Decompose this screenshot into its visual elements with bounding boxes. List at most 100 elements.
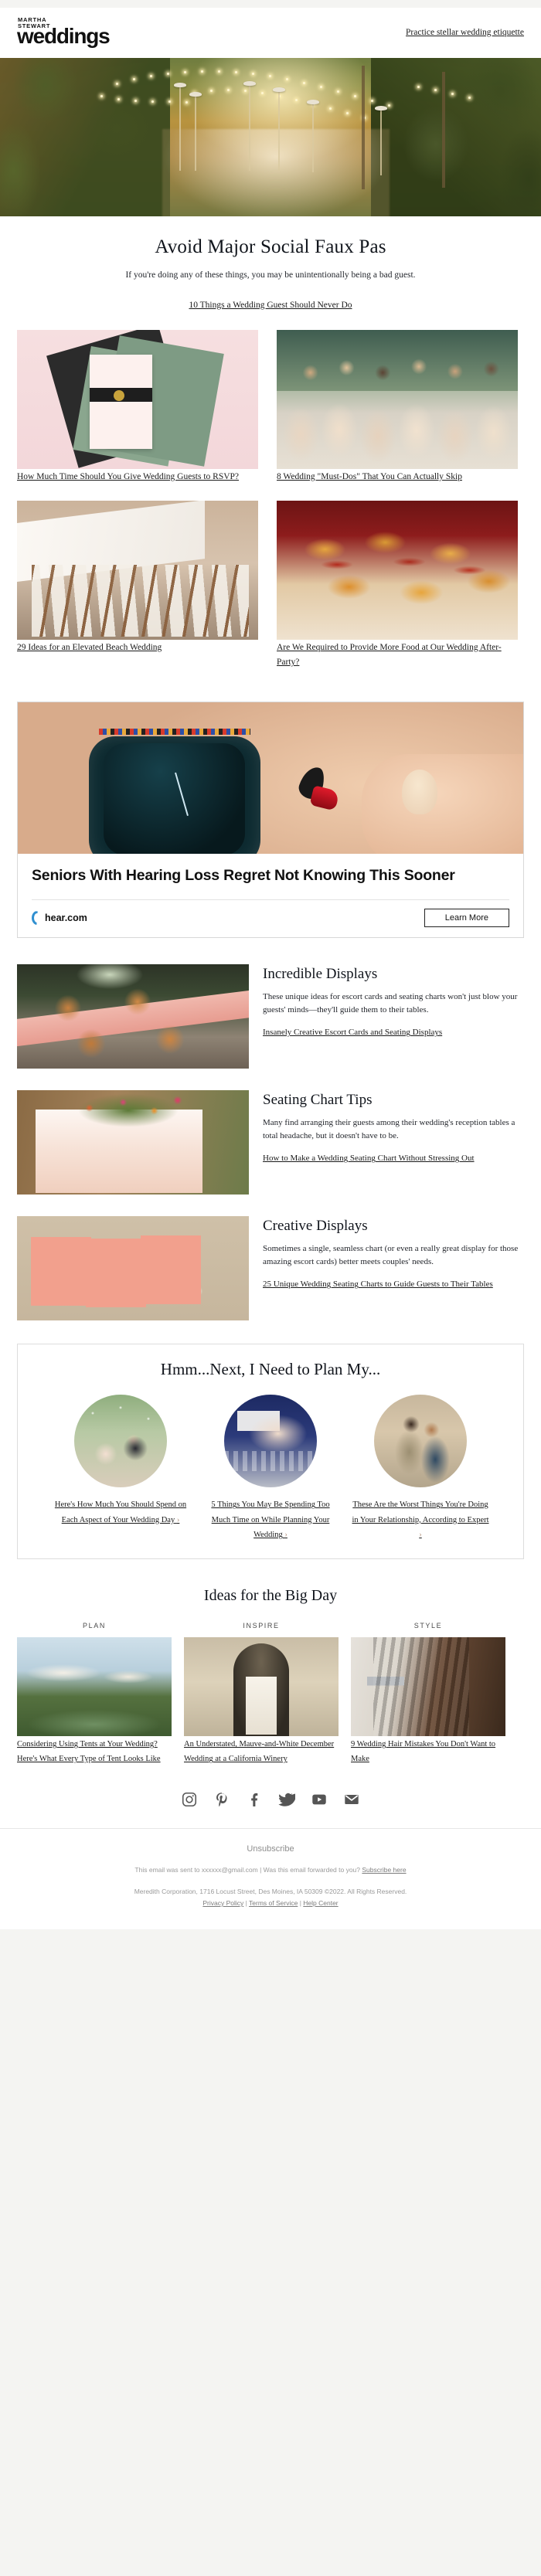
article-card-caption[interactable]: How Much Time Should You Give Wedding Gu… [17,472,239,481]
article-card[interactable]: How Much Time Should You Give Wedding Gu… [17,329,258,484]
facebook-icon[interactable] [246,1791,263,1808]
column-eyebrow: INSPIRE [243,1622,280,1630]
list-item-label: These Are the Worst Things You're Doing … [352,1500,489,1524]
brand-logo[interactable]: MARTHA STEWART weddings [17,17,111,48]
feature-link[interactable]: Insanely Creative Escort Cards and Seati… [263,1028,442,1037]
long-reception-table-photo [17,500,258,640]
stressed-couple-photo [374,1395,467,1488]
article-grid: How Much Time Should You Give Wedding Gu… [0,316,541,692]
list-item[interactable]: These Are the Worst Things You're Doing … [351,1395,490,1541]
feature-text: Seating Chart Tips Many find arranging t… [263,1090,524,1165]
feature-body: Sometimes a single, seamless chart (or e… [263,1244,519,1266]
hero-string-lights [0,58,541,216]
feature-title: Incredible Displays [263,966,378,983]
big-day-section: Ideas for the Big Day PLAN Considering U… [0,1567,541,1774]
feature-body: These unique ideas for escort cards and … [263,992,518,1014]
unsubscribe-link[interactable]: Unsubscribe [20,1844,521,1854]
top-spacer [0,0,541,8]
copyright-block: Meredith Corporation, 1716 Locust Street… [20,1886,521,1910]
article-card-caption[interactable]: Are We Required to Provide More Food at … [277,643,502,667]
youtube-icon[interactable] [311,1791,328,1808]
next-plan-panel: Hmm...Next, I Need to Plan My... Here's … [17,1344,524,1560]
lede-dek: If you're doing any of these things, you… [125,270,416,280]
help-center-link[interactable]: Help Center [303,1899,338,1907]
big-day-column[interactable]: INSPIRE An Understated, Mauve-and-White … [184,1622,339,1766]
feature-row: Seating Chart Tips Many find arranging t… [0,1079,541,1205]
chevron-right-icon: › [419,1530,422,1539]
social-links [0,1773,541,1828]
big-day-title: Ideas for the Big Day [203,1587,338,1605]
sent-to-label: This email was sent to xxxxxx@gmail.com … [134,1865,361,1874]
wedding-invitation-suite-photo [17,329,258,469]
copyright-text: Meredith Corporation, 1716 Locust Street… [134,1887,407,1895]
page-title: Avoid Major Social Faux Pas [155,236,386,257]
feature-text: Incredible Displays These unique ideas f… [263,964,524,1039]
in-n-out-burgers-tray-photo [277,500,518,640]
couple-stone-archway-photo [184,1637,339,1737]
bridesmaids-champagne-toast-photo [277,329,518,469]
hands-phone-laptop-photo [224,1395,317,1488]
article-grid-row: 29 Ideas for an Elevated Beach Wedding A… [17,500,524,670]
sponsored-ad-footer: hear.com Learn More [32,899,509,937]
list-item-label: 5 Things You May Be Spending Too Much Ti… [211,1500,330,1539]
legal-links: Privacy Policy | Terms of Service | Help… [20,1898,521,1909]
article-card[interactable]: 29 Ideas for an Elevated Beach Wedding [17,500,258,670]
big-day-column[interactable]: STYLE 9 Wedding Hair Mistakes You Don't … [351,1622,505,1766]
chevron-right-icon: › [176,1515,180,1524]
sponsored-ad-card[interactable]: Seniors With Hearing Loss Regret Not Kno… [17,702,524,939]
list-item-caption[interactable]: 5 Things You May Be Spending Too Much Ti… [211,1500,329,1539]
learn-more-button[interactable]: Learn More [424,909,509,928]
list-item-caption[interactable]: These Are the Worst Things You're Doing … [352,1500,488,1539]
sponsored-ad-headline: Seniors With Hearing Loss Regret Not Kno… [32,867,455,885]
lede-block: Avoid Major Social Faux Pas If you're do… [0,216,541,316]
article-card[interactable]: 8 Wedding "Must-Dos" That You Can Actual… [277,329,518,484]
subscribe-here-link[interactable]: Subscribe here [362,1866,406,1874]
newlyweds-confetti-photo [74,1395,167,1488]
column-caption[interactable]: 9 Wedding Hair Mistakes You Don't Want t… [351,1740,495,1763]
big-day-columns: PLAN Considering Using Tents at Your Wed… [17,1622,524,1766]
list-item[interactable]: Here's How Much You Should Spend on Each… [51,1395,190,1541]
column-caption[interactable]: Considering Using Tents at Your Wedding?… [17,1740,161,1763]
email-footer: Unsubscribe This email was sent to xxxxx… [0,1773,541,1946]
sponsored-ad-wrapper: Seniors With Hearing Loss Regret Not Kno… [0,691,541,953]
big-day-column[interactable]: PLAN Considering Using Tents at Your Wed… [17,1622,172,1766]
privacy-policy-link[interactable]: Privacy Policy [202,1899,243,1907]
feature-link[interactable]: How to Make a Wedding Seating Chart With… [263,1154,475,1163]
logo-wordmark: weddings [17,24,111,48]
pink-escort-cards-with-flowers-photo [17,1216,249,1321]
article-card-caption[interactable]: 29 Ideas for an Elevated Beach Wedding [17,643,162,652]
email-header: MARTHA STEWART weddings Practice stellar… [0,8,541,58]
article-card-caption[interactable]: 8 Wedding "Must-Dos" That You Can Actual… [277,472,462,481]
sponsored-ad-body: Seniors With Hearing Loss Regret Not Kno… [18,854,523,899]
instagram-icon[interactable] [181,1791,198,1808]
email-page: MARTHA STEWART weddings Practice stellar… [0,0,541,1946]
column-eyebrow: STYLE [413,1622,443,1630]
terms-of-service-link[interactable]: Terms of Service [249,1899,298,1907]
column-eyebrow: PLAN [83,1622,106,1630]
sent-to-text: This email was sent to xxxxxx@gmail.com … [20,1866,521,1874]
hero-image [0,58,541,216]
list-item[interactable]: 5 Things You May Be Spending Too Much Ti… [201,1395,340,1541]
twitter-icon[interactable] [278,1791,295,1808]
unsubscribe-label[interactable]: Unsubscribe [247,1844,294,1854]
hear-com-swoosh-icon [32,911,43,925]
column-caption[interactable]: An Understated, Mauve-and-White December… [184,1740,334,1763]
lede-cta-link[interactable]: 10 Things a Wedding Guest Should Never D… [189,301,352,310]
feature-text: Creative Displays Sometimes a single, se… [263,1216,524,1291]
feature-title: Creative Displays [263,1218,368,1235]
hair-straightener-photo [351,1637,505,1737]
email-icon[interactable] [343,1791,360,1808]
pinterest-icon[interactable] [213,1791,230,1808]
feature-body: Many find arranging their guests among t… [263,1118,515,1140]
next-plan-title: Hmm...Next, I Need to Plan My... [160,1360,381,1379]
chevron-right-icon: › [284,1530,288,1539]
wedding-tent-lakeside-photo [17,1637,172,1737]
article-card[interactable]: Are We Required to Provide More Food at … [277,500,518,670]
header-etiquette-link[interactable]: Practice stellar wedding etiquette [406,28,524,37]
list-item-caption[interactable]: Here's How Much You Should Spend on Each… [55,1500,186,1524]
advertiser-brand: hear.com [32,911,87,925]
hearing-aid-and-smartwatch-photo [18,702,523,855]
legal-block: Unsubscribe This email was sent to xxxxx… [0,1827,541,1930]
feature-link[interactable]: 25 Unique Wedding Seating Charts to Guid… [263,1280,493,1289]
list-item-label: Here's How Much You Should Spend on Each… [54,1500,187,1524]
